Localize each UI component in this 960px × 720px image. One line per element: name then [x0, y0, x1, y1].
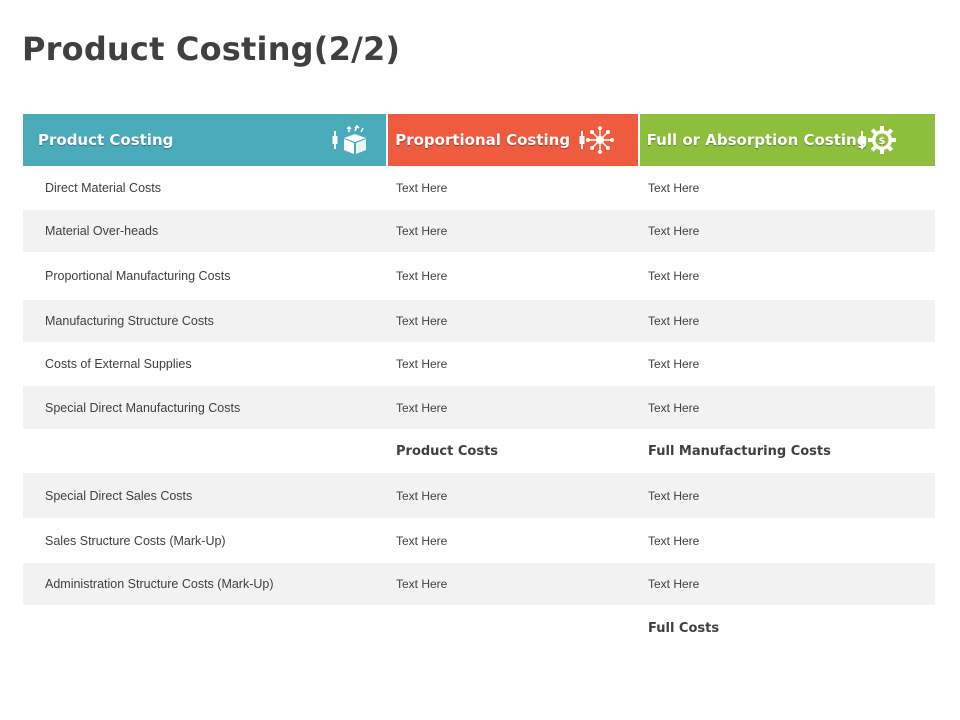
row-col2: Product Costs — [396, 443, 499, 459]
row-col2: Text Here — [396, 533, 448, 548]
svg-text:$: $ — [878, 136, 885, 147]
table-row: Direct Material Costs Text Here Text Her… — [23, 166, 935, 210]
row-col3: Text Here — [648, 224, 700, 238]
table-row: Costs of External Supplies Text Here Tex… — [23, 342, 935, 386]
table-row: Sales Structure Costs (Mark-Up) Text Her… — [23, 518, 935, 563]
row-col2: Text Here — [396, 577, 448, 591]
table-row: Manufacturing Structure Costs Text Here … — [23, 300, 935, 342]
row-label: Sales Structure Costs (Mark-Up) — [45, 533, 226, 548]
header-label: Product Costing — [38, 131, 174, 149]
row-label: Special Direct Manufacturing Costs — [45, 400, 241, 415]
row-label: Manufacturing Structure Costs — [45, 314, 214, 328]
row-col3: Text Here — [648, 533, 700, 548]
table-row: Material Over-heads Text Here Text Here — [23, 210, 935, 252]
table-row: Proportional Manufacturing Costs Text He… — [23, 252, 935, 300]
row-label: Administration Structure Costs (Mark-Up) — [45, 577, 274, 591]
total-row: Full Costs — [23, 605, 935, 651]
row-col3: Text Here — [648, 314, 700, 328]
header-full-absorption-costing: Full or Absorption Costing $ — [639, 114, 935, 166]
row-col3: Text Here — [648, 400, 700, 415]
dollar-gear-icon: $ — [859, 126, 896, 154]
row-col2: Text Here — [396, 314, 448, 328]
table-row: Special Direct Sales Costs Text Here Tex… — [23, 473, 935, 518]
table-row: Administration Structure Costs (Mark-Up)… — [23, 563, 935, 605]
row-col3: Text Here — [648, 269, 700, 283]
row-label: Material Over-heads — [45, 224, 159, 238]
row-col3: Text Here — [648, 181, 700, 195]
box-icon — [332, 125, 366, 154]
row-label: Costs of External Supplies — [45, 357, 192, 371]
header-product-costing: Product Costing — [23, 114, 387, 166]
table-row: Special Direct Manufacturing Costs Text … — [23, 386, 935, 429]
subtotal-row: Product Costs Full Manufacturing Costs — [23, 429, 935, 473]
row-col3: Full Manufacturing Costs — [648, 443, 831, 459]
network-icon — [579, 126, 615, 154]
header-proportional-costing: Proportional Costing — [388, 114, 638, 166]
row-col3: Full Costs — [648, 620, 720, 636]
row-col3: Text Here — [648, 357, 700, 371]
row-label: Direct Material Costs — [45, 181, 161, 195]
costing-table: Product Costing Proportional Costing Ful… — [23, 114, 935, 651]
row-label: Proportional Manufacturing Costs — [45, 269, 231, 283]
header-label: Full or Absorption Costing — [646, 131, 868, 149]
row-col2: Text Here — [396, 400, 448, 415]
page-title: Product Costing(2/2) — [22, 30, 401, 68]
row-col2: Text Here — [396, 488, 448, 503]
table-header: Product Costing Proportional Costing Ful… — [23, 114, 935, 166]
row-col3: Text Here — [648, 577, 700, 591]
row-col3: Text Here — [648, 488, 700, 503]
row-col2: Text Here — [396, 357, 448, 371]
row-col2: Text Here — [396, 269, 448, 283]
header-label: Proportional Costing — [395, 131, 571, 149]
row-col2: Text Here — [396, 181, 448, 195]
row-label: Special Direct Sales Costs — [45, 488, 193, 503]
row-col2: Text Here — [396, 224, 448, 238]
